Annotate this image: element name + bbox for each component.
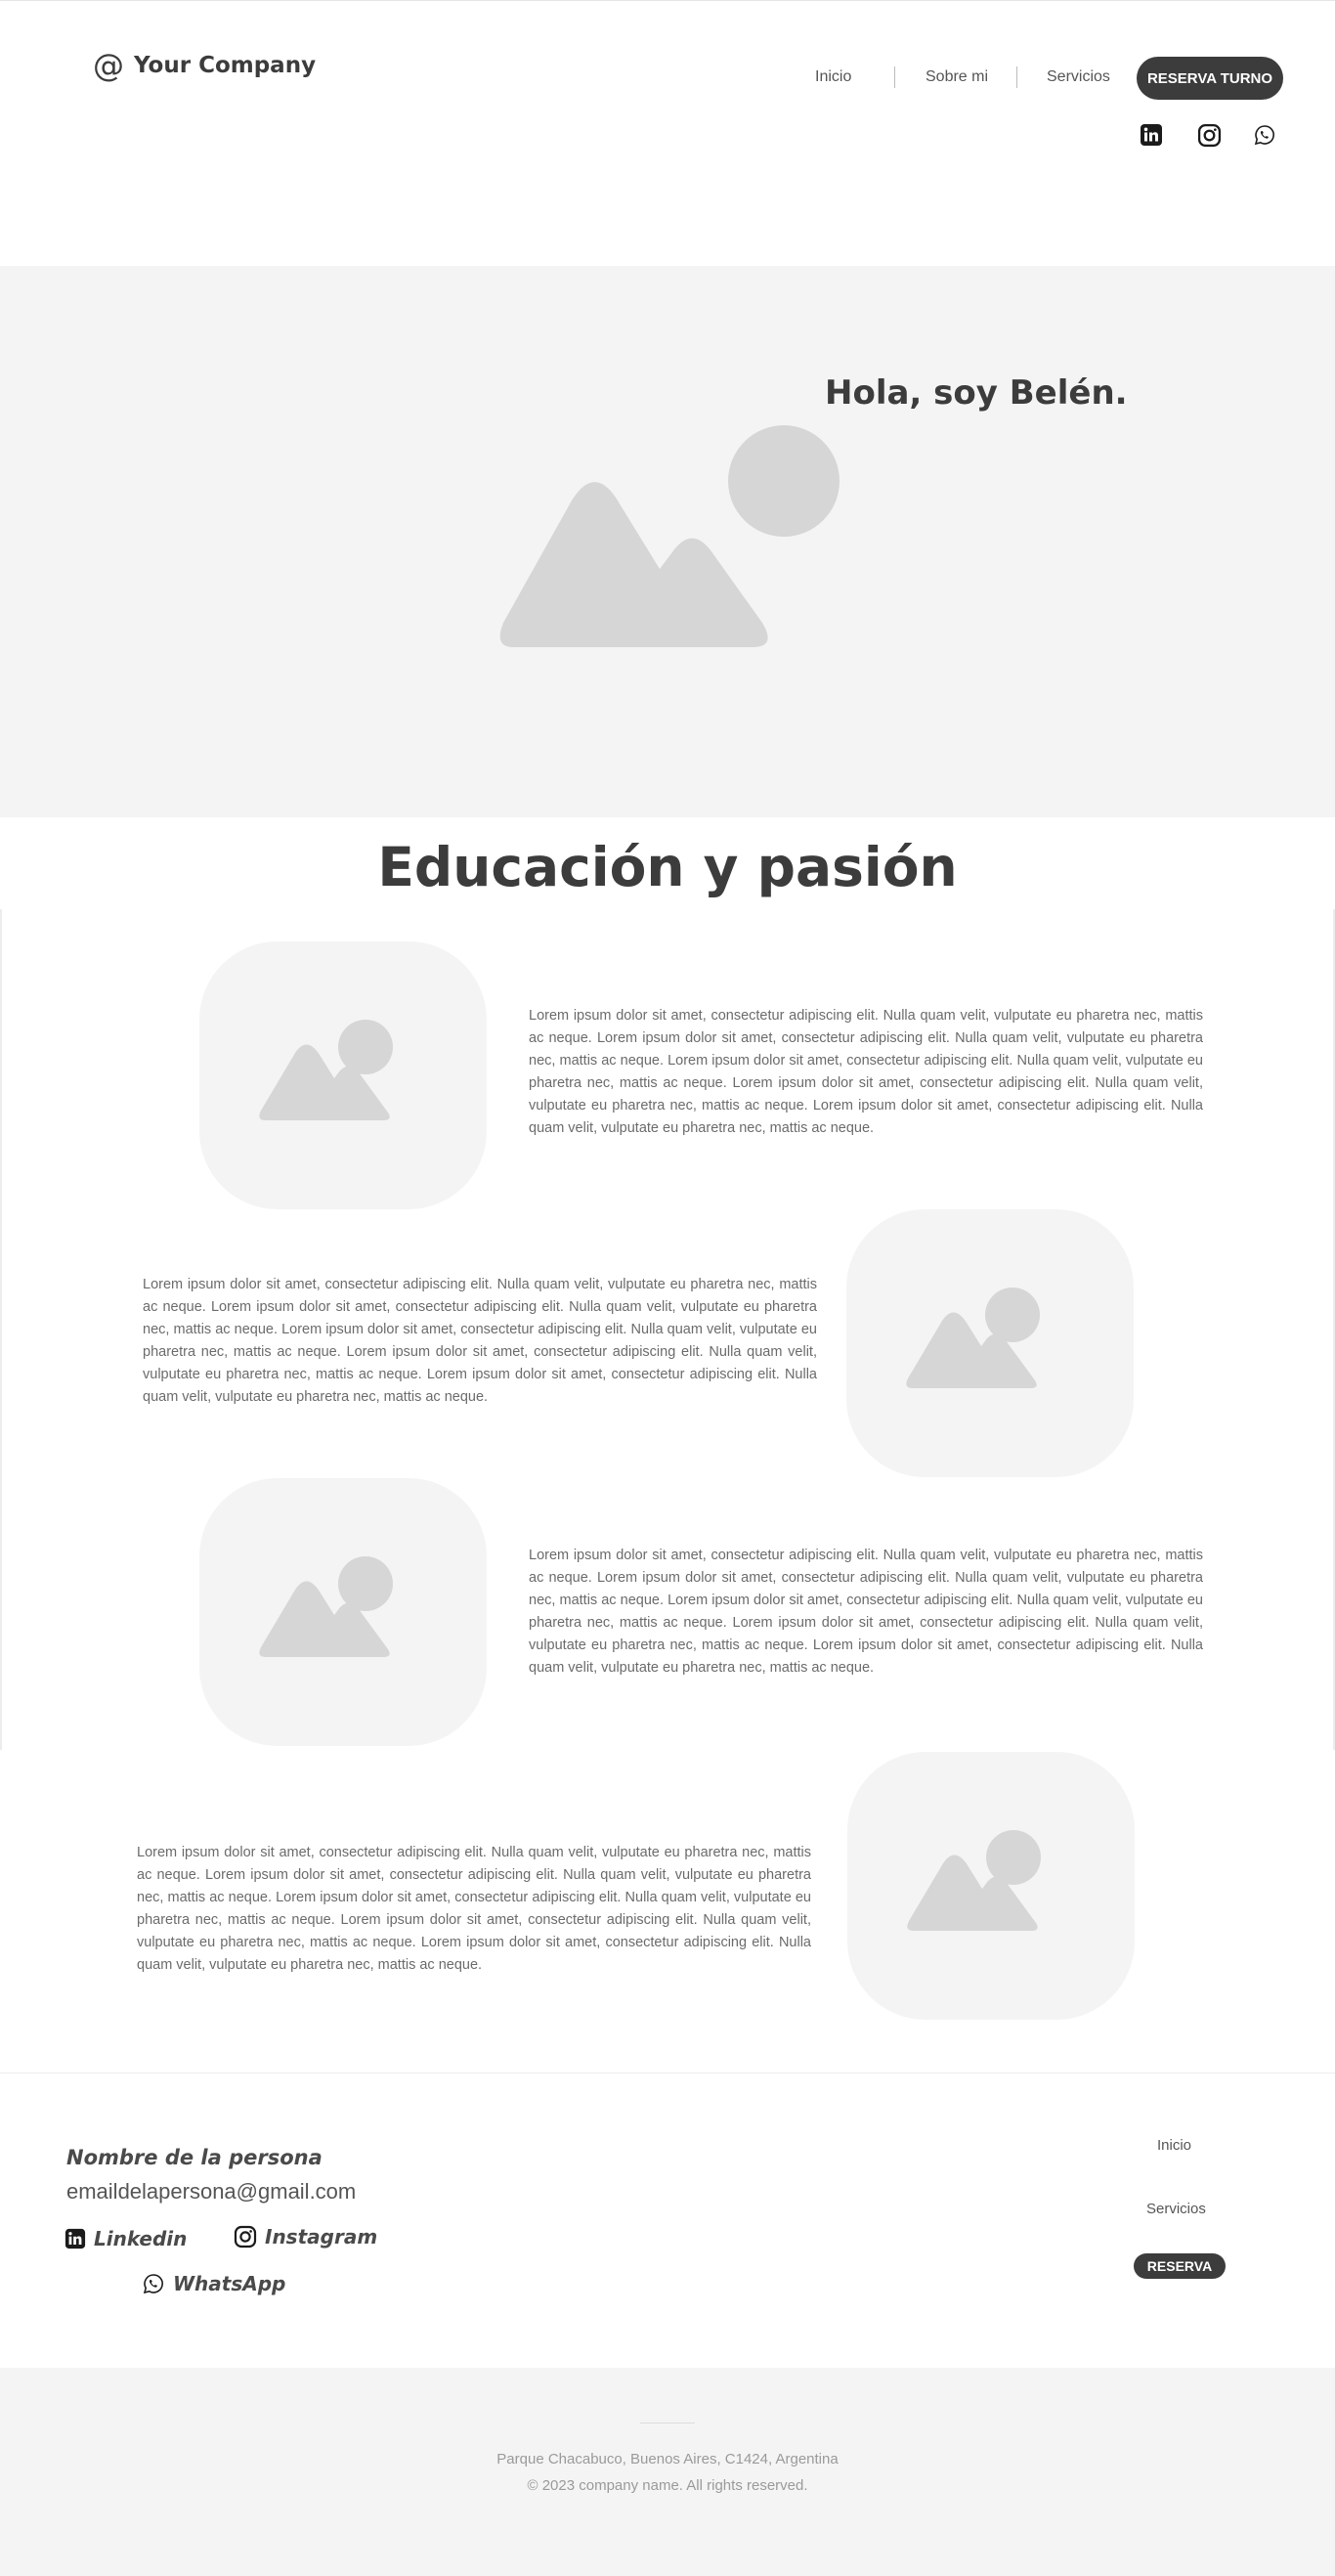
footer-person-name: Nombre de la persona xyxy=(66,2146,323,2169)
nav-servicios[interactable]: Servicios xyxy=(1047,68,1110,86)
footer-address: Parque Chacabuco, Buenos Aires, C1424, A… xyxy=(496,2451,839,2467)
footer-nav-servicios[interactable]: Servicios xyxy=(1146,2201,1206,2217)
nav-inicio[interactable]: Inicio xyxy=(815,68,851,86)
section-title: Educación y pasión xyxy=(377,836,958,898)
site-header: @ Your Company Inicio Sobre mi Servicios… xyxy=(0,0,1335,266)
paragraph: Lorem ipsum dolor sit amet, consectetur … xyxy=(529,1548,1203,1676)
linkedin-icon[interactable] xyxy=(1140,123,1163,147)
site-footer: Nombre de la persona emaildelapersona@gm… xyxy=(0,2073,1335,2368)
paragraph: Lorem ipsum dolor sit amet, consectetur … xyxy=(529,1008,1203,1136)
hero-title: Hola, soy Belén. xyxy=(825,373,1128,413)
linkedin-icon xyxy=(65,2228,86,2249)
instagram-icon[interactable] xyxy=(1197,123,1222,148)
section-border-left xyxy=(0,909,2,1750)
footer-nav-inicio[interactable]: Inicio xyxy=(1157,2137,1191,2154)
footer-whatsapp-label: WhatsApp xyxy=(173,2272,286,2295)
footer-whatsapp-link[interactable]: WhatsApp xyxy=(142,2272,285,2295)
hero-image-placeholder xyxy=(494,422,845,662)
footer-reserva-button[interactable]: RESERVA xyxy=(1134,2253,1226,2279)
image-placeholder xyxy=(847,1752,1135,2020)
paragraph: Lorem ipsum dolor sit amet, consectetur … xyxy=(143,1277,817,1405)
instagram-icon xyxy=(234,2225,257,2249)
image-placeholder xyxy=(846,1209,1134,1477)
image-placeholder xyxy=(199,1478,487,1746)
whatsapp-icon xyxy=(143,2274,163,2294)
bottom-bar: Parque Chacabuco, Buenos Aires, C1424, A… xyxy=(0,2368,1335,2576)
hero-section: Hola, soy Belén. xyxy=(0,266,1335,817)
whatsapp-icon[interactable] xyxy=(1253,123,1276,147)
footer-copyright: © 2023 company name. All rights reserved… xyxy=(527,2477,808,2494)
nav-sobre-mi[interactable]: Sobre mi xyxy=(926,68,988,86)
image-placeholder xyxy=(199,941,487,1209)
footer-instagram-link[interactable]: Instagram xyxy=(234,2225,377,2249)
reserva-turno-button[interactable]: RESERVA TURNO xyxy=(1137,57,1283,100)
footer-email[interactable]: emaildelapersona@gmail.com xyxy=(66,2179,356,2205)
paragraph: Lorem ipsum dolor sit amet, consectetur … xyxy=(137,1845,811,1973)
footer-linkedin-link[interactable]: Linkedin xyxy=(65,2227,187,2250)
nav-divider xyxy=(1016,66,1017,88)
footer-linkedin-label: Linkedin xyxy=(94,2227,188,2250)
main-nav: Inicio Sobre mi Servicios RESERVA TURNO xyxy=(0,57,1335,100)
footer-instagram-label: Instagram xyxy=(265,2225,378,2249)
nav-divider xyxy=(894,66,895,88)
